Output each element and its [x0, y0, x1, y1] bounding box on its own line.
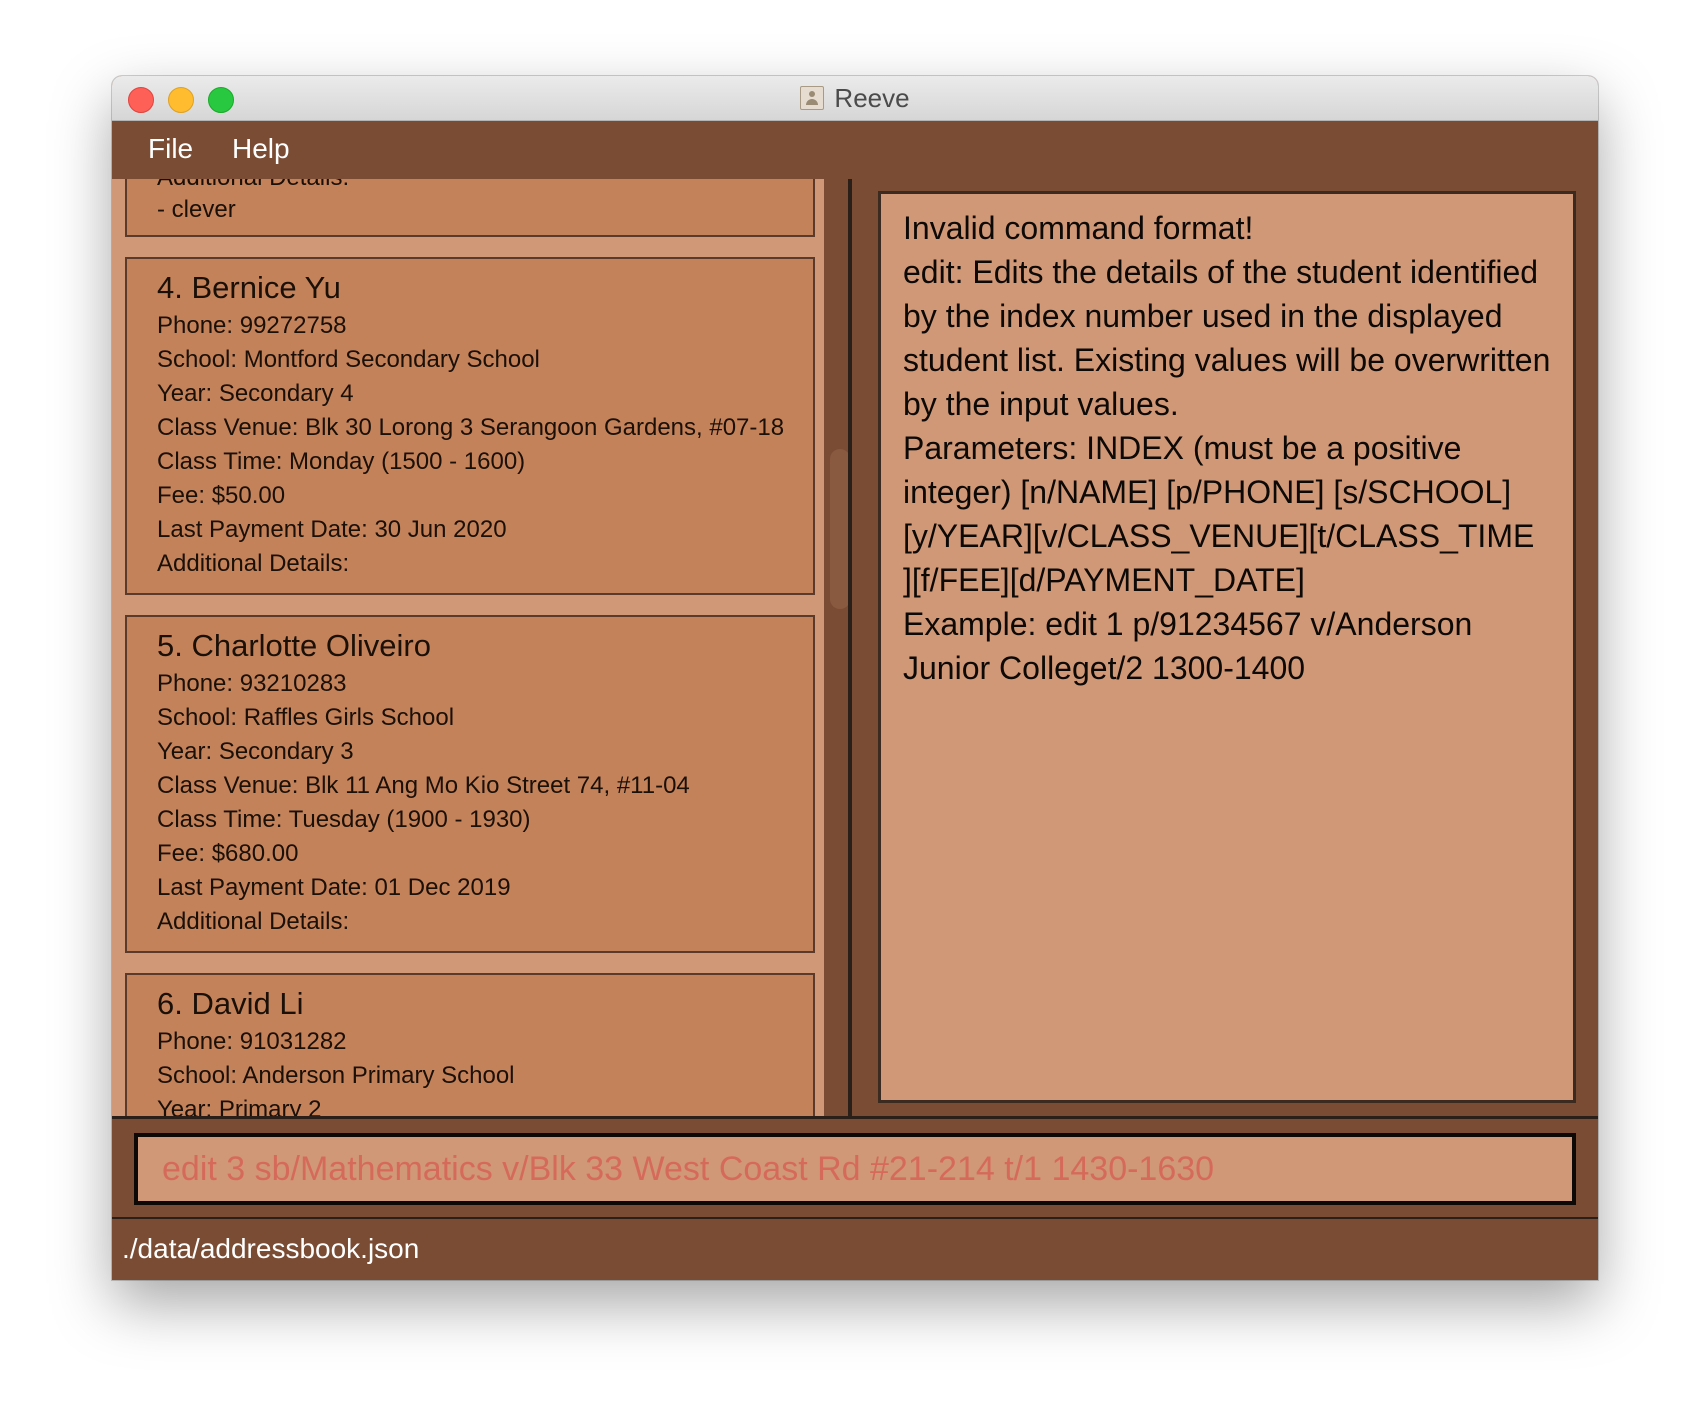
contact-book-icon — [800, 86, 825, 110]
app-window: Reeve File Help Additional Details: - cl… — [112, 76, 1598, 1280]
student-card[interactable]: 6. David Li Phone: 91031282 School: Ande… — [125, 973, 815, 1116]
student-additional-details: Additional Details: — [157, 550, 350, 577]
command-input[interactable]: edit 3 sb/Mathematics v/Blk 33 West Coas… — [162, 1150, 1214, 1189]
student-school: School: Raffles Girls School — [157, 704, 455, 731]
result-panel: Invalid command format! edit: Edits the … — [856, 179, 1598, 1116]
student-additional-label: Additional Details: — [157, 179, 783, 193]
student-phone: Phone: 91031282 — [157, 1028, 347, 1055]
title-wrap: Reeve — [112, 76, 1598, 120]
student-card[interactable]: 5. Charlotte Oliveiro Phone: 93210283 Sc… — [125, 615, 815, 953]
student-year: Year: Secondary 4 — [157, 380, 354, 407]
window-title: Reeve — [834, 82, 910, 113]
title-bar: Reeve — [112, 76, 1598, 121]
command-box[interactable]: edit 3 sb/Mathematics v/Blk 33 West Coas… — [134, 1133, 1576, 1205]
scrollbar-thumb[interactable] — [830, 449, 848, 609]
student-additional-details: Additional Details: — [157, 908, 350, 935]
student-class-time: Class Time: Monday (1500 - 1600) — [157, 448, 526, 475]
student-last-payment: Last Payment Date: 30 Jun 2020 — [157, 516, 507, 543]
student-fee: Fee: $680.00 — [157, 840, 299, 867]
menu-help[interactable]: Help — [232, 133, 290, 165]
status-file-path: ./data/addressbook.json — [122, 1233, 420, 1264]
student-year: Year: Primary 2 — [157, 1096, 322, 1116]
student-fee: Fee: $50.00 — [157, 482, 286, 509]
student-phone: Phone: 93210283 — [157, 670, 347, 697]
menu-bar: File Help — [112, 121, 1598, 179]
menu-file[interactable]: File — [148, 133, 193, 165]
student-year: Year: Secondary 3 — [157, 738, 354, 765]
student-detail: - clever — [157, 196, 236, 223]
student-last-payment: Last Payment Date: 01 Dec 2019 — [157, 874, 511, 901]
command-area: edit 3 sb/Mathematics v/Blk 33 West Coas… — [112, 1119, 1598, 1219]
student-school: School: Montford Secondary School — [157, 346, 540, 373]
student-name: 5. Charlotte Oliveiro — [157, 628, 431, 663]
student-card[interactable]: Additional Details: - clever — [125, 179, 815, 237]
student-phone: Phone: 99272758 — [157, 312, 347, 339]
result-display[interactable]: Invalid command format! edit: Edits the … — [878, 191, 1576, 1103]
status-bar: ./data/addressbook.json — [112, 1219, 1598, 1280]
scrollbar-track[interactable] — [824, 179, 848, 1116]
student-name: 4. Bernice Yu — [157, 270, 341, 305]
student-class-venue: Class Venue: Blk 30 Lorong 3 Serangoon G… — [157, 414, 785, 441]
student-school: School: Anderson Primary School — [157, 1062, 515, 1089]
student-list-panel[interactable]: Additional Details: - clever 4. Bernice … — [112, 179, 852, 1116]
student-card[interactable]: 4. Bernice Yu Phone: 99272758 School: Mo… — [125, 257, 815, 595]
student-class-time: Class Time: Tuesday (1900 - 1930) — [157, 806, 531, 833]
student-name: 6. David Li — [157, 986, 304, 1021]
student-class-venue: Class Venue: Blk 11 Ang Mo Kio Street 74… — [157, 772, 690, 799]
